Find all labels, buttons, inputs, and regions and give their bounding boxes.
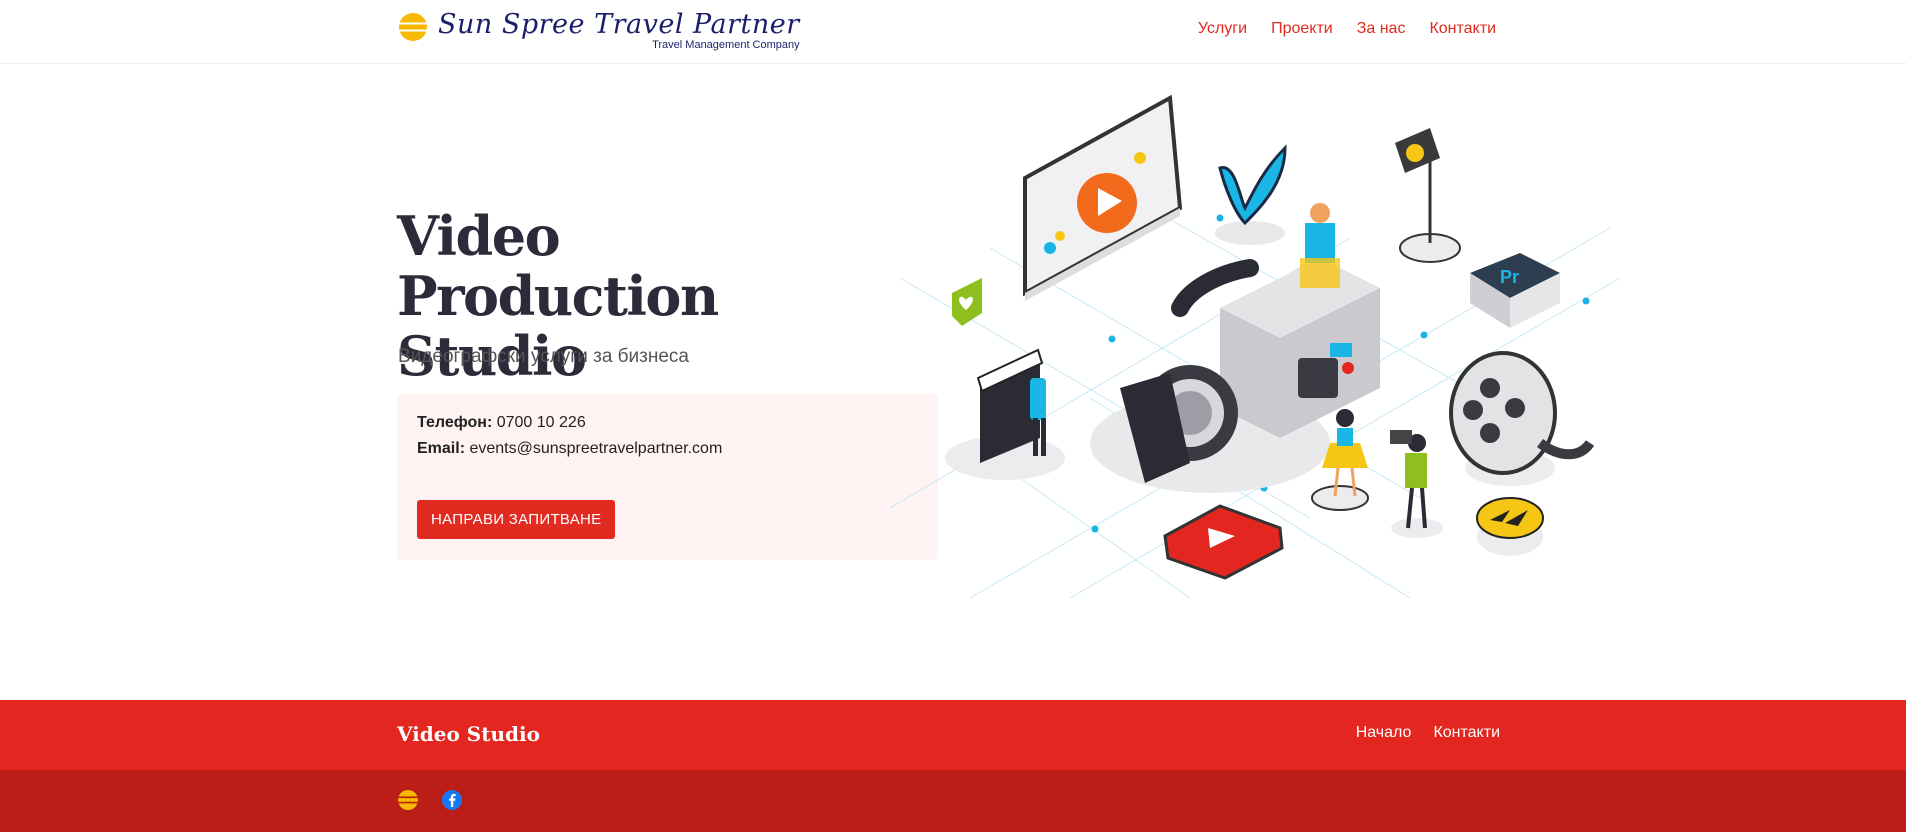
site-logo[interactable]: Sun Spree Travel Partner Travel Manageme…: [398, 10, 800, 51]
video-production-illustration: Pr: [890, 94, 1621, 599]
main-nav: Услуги Проекти За нас Контакти: [1198, 20, 1496, 38]
footer-link-home[interactable]: Начало: [1356, 724, 1412, 742]
site-header: Sun Spree Travel Partner Travel Manageme…: [0, 0, 1906, 64]
youtube-icon: [1163, 504, 1284, 580]
clapperboard-icon: [945, 348, 1065, 480]
film-reel-icon: [1449, 351, 1595, 486]
footer-nav: Начало Контакти: [1356, 724, 1500, 742]
footer-bottom: [0, 770, 1906, 832]
footer-brand: Video Studio: [397, 722, 540, 746]
sun-logo-icon: [398, 13, 428, 41]
nav-link-contacts[interactable]: Контакти: [1429, 20, 1496, 38]
vimeo-icon: [1215, 144, 1287, 245]
hero-subtitle: Видеографски услуги за бизнеса: [398, 346, 689, 367]
logo-title: Sun Spree Travel Partner: [438, 9, 800, 40]
nav-link-services[interactable]: Услуги: [1198, 20, 1247, 38]
sun-logo-icon[interactable]: [397, 789, 419, 811]
footer-top: Video Studio Начало Контакти: [0, 700, 1906, 770]
email-value[interactable]: events@sunspreetravelpartner.com: [469, 440, 722, 457]
inquiry-button[interactable]: НАПРАВИ ЗАПИТВАНЕ: [417, 500, 616, 539]
video-screen-icon: [1023, 94, 1183, 301]
phone-line: Телефон: 0700 10 226: [417, 414, 586, 432]
email-label: Email:: [417, 440, 466, 457]
contact-box: Телефон: 0700 10 226 Email: events@sunsp…: [397, 394, 938, 560]
logo-subtitle: Travel Management Company: [652, 39, 800, 51]
phone-value[interactable]: 0700 10 226: [497, 414, 586, 431]
svg-text:Pr: Pr: [1500, 267, 1519, 287]
nav-link-about[interactable]: За нас: [1357, 20, 1406, 38]
nav-link-projects[interactable]: Проекти: [1271, 20, 1333, 38]
facebook-icon[interactable]: [441, 789, 463, 811]
forward-icon: [1476, 497, 1544, 556]
heart-chat-icon: [952, 278, 982, 326]
email-line: Email: events@sunspreetravelpartner.com: [417, 440, 722, 458]
footer-link-contacts[interactable]: Контакти: [1433, 724, 1500, 742]
phone-label: Телефон:: [417, 414, 493, 431]
spotlight-icon: [1395, 128, 1461, 263]
